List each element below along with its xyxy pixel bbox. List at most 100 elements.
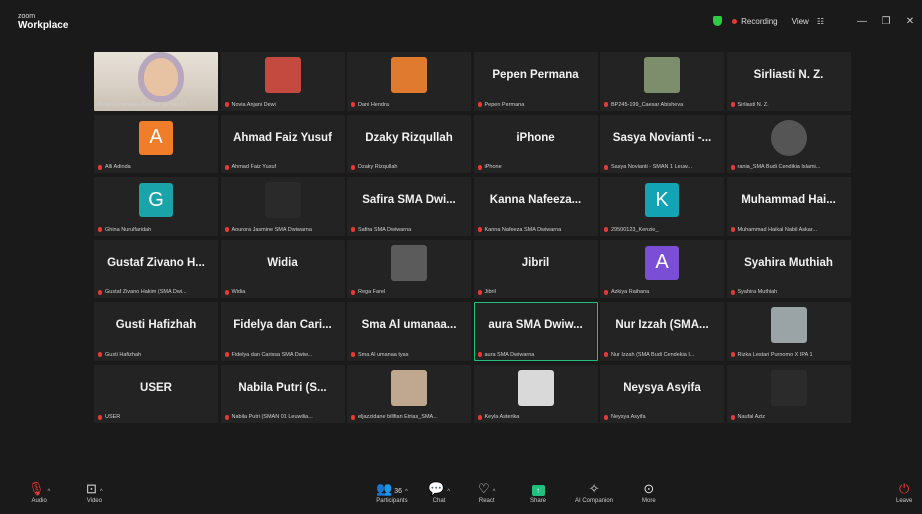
participant-profile-photo: [770, 369, 807, 406]
participant-tile[interactable]: Sirliasti N. Z. Sirliasti N. Z.: [726, 52, 851, 111]
participant-name-label: Gusti Hafizhah: [98, 352, 216, 358]
participant-tile[interactable]: Gustaf Zivano H... Gustaf Zivano Hakim (S…: [94, 239, 218, 298]
more-button[interactable]: ⊙ More: [642, 480, 656, 504]
recording-label[interactable]: Recording: [741, 17, 777, 26]
muted-mic-icon: [98, 414, 102, 420]
muted-mic-icon: [730, 414, 735, 420]
close-button[interactable]: ✕: [898, 16, 922, 27]
participant-name-text: Naufal Aziz: [737, 414, 766, 420]
participant-display-name: Gusti Hafizhah: [115, 319, 197, 331]
participant-tile[interactable]: Kanna Nafeeza... Kanna Nafeeza SMA Dwiwar…: [473, 177, 598, 236]
participant-name-label: Syahira Muthiah: [730, 289, 849, 295]
participant-name-text: Ghina Nurulfaridah: [105, 226, 152, 233]
participant-name-label: Nur Izzah (SMA Budi Cendekia I...: [604, 352, 722, 358]
participant-name-text: Muhammad Haikal Nabil Askar...: [737, 226, 817, 233]
participant-profile-photo: [644, 57, 680, 93]
audio-button[interactable]: 🎙 ^ Audio: [28, 480, 50, 504]
participant-name-text: 29500123_Kenzie_: [611, 226, 659, 233]
participant-tile[interactable]: Dani Hendra: [347, 52, 471, 111]
participant-display-name: Widia: [267, 256, 298, 269]
muted-mic-icon: [477, 164, 482, 170]
participant-tile[interactable]: Sasya Novianti -... Sasya Novianti - SMAN…: [600, 114, 724, 173]
video-button[interactable]: ⊡ ^ Video: [86, 480, 103, 504]
participant-tile[interactable]: Gusti Hafizhah Gusti Hafizhah: [94, 302, 218, 361]
participant-gallery: Prodi Pendidikan Bahasa Jerman U... Novia…: [94, 52, 851, 486]
participants-button[interactable]: 👥 36 ^ Participants: [376, 480, 408, 504]
participant-name-label: Prodi Pendidikan Bahasa Jerman U...: [98, 102, 216, 108]
participant-display-name: Gustaf Zivano H...: [107, 256, 205, 269]
participant-display-name: Dzaky Rizqullah: [365, 131, 453, 144]
react-button[interactable]: ♡ ^ React: [478, 480, 495, 504]
chevron-up-icon[interactable]: ^: [493, 489, 496, 495]
participant-tile[interactable]: Nabila Putri (S... Nabila Putri (SMAN 01 …: [220, 364, 345, 423]
participant-name-label: 29500123_Kenzie_: [604, 227, 722, 233]
participant-name-text: Alli Adinda: [105, 164, 131, 170]
participant-tile[interactable]: rania_SMA Budi Cendikia Islami...: [726, 114, 851, 173]
participant-tile[interactable]: eljazzidane billfian Etrias_SMA...: [347, 364, 471, 423]
title-bar-right: Recording View ☷ — ❐ ✕: [713, 14, 922, 28]
participant-tile[interactable]: Rega Farel: [347, 239, 471, 298]
participant-name-label: Naufal Aziz: [730, 414, 849, 420]
security-shield-icon[interactable]: [713, 16, 723, 26]
participant-tile[interactable]: A Azkiya Raihana: [600, 239, 724, 298]
participant-tile[interactable]: Syahira Muthiah Syahira Muthiah: [726, 239, 851, 298]
participant-name-label: Neysya Asyifa: [604, 414, 722, 420]
chat-label: Chat: [432, 498, 446, 504]
participant-display-name: Kanna Nafeeza...: [489, 194, 582, 206]
participant-name-text: Fidelya dan Carissa SMA Dwiw...: [231, 351, 313, 358]
participant-tile[interactable]: Fidelya dan Cari... Fidelya dan Carissa S…: [220, 302, 345, 361]
restore-button[interactable]: ❐: [874, 16, 898, 27]
participant-name-label: Jibril: [477, 289, 596, 295]
participant-tile[interactable]: USER USER: [94, 364, 218, 423]
participant-tile[interactable]: Sma Al umanaa... Sma Al umanaa tyas: [347, 302, 471, 361]
participant-name-text: Dani Hendra: [358, 101, 389, 108]
participant-tile[interactable]: BP245-199_Caesar Abisheva: [600, 52, 724, 111]
participant-name-label: rania_SMA Budi Cendikia Islami...: [730, 164, 849, 170]
minimize-button[interactable]: —: [850, 16, 874, 27]
view-button[interactable]: View: [792, 17, 809, 26]
chevron-up-icon[interactable]: ^: [447, 489, 450, 495]
muted-mic-icon: [730, 289, 735, 295]
participant-tile[interactable]: aura SMA Dwiw... aura SMA Dwiwarna: [473, 302, 598, 361]
chevron-up-icon[interactable]: ^: [48, 489, 51, 495]
participant-tile[interactable]: Rizka Lestari Purnomo X IPA 1: [726, 302, 851, 361]
participant-tile[interactable]: Widia Widia: [220, 239, 345, 298]
participant-tile[interactable]: Neysya Asyifa Neysya Asyifa: [600, 364, 724, 423]
participant-tile[interactable]: Naufal Aziz: [726, 364, 851, 423]
participant-name-text: aura SMA Dwiwarna: [484, 351, 535, 358]
chat-button[interactable]: 💬 ^ Chat: [428, 480, 450, 504]
participant-tile[interactable]: iPhone iPhone: [473, 114, 598, 173]
participant-tile[interactable]: Jibril Jibril: [473, 239, 598, 298]
participant-name-text: rania_SMA Budi Cendikia Islami...: [737, 164, 821, 170]
muted-mic-icon: [604, 102, 608, 107]
participant-tile[interactable]: Prodi Pendidikan Bahasa Jerman U...: [94, 52, 218, 111]
participant-avatar: K: [645, 183, 679, 217]
participant-tile[interactable]: A Alli Adinda: [94, 114, 218, 173]
participant-name-label: Sasya Novianti - SMAN 1 Leuw...: [604, 164, 722, 170]
participant-tile[interactable]: Muhammad Hai... Muhammad Haikal Nabil Ask…: [726, 177, 851, 236]
participant-tile[interactable]: Ahmad Faiz Yusuf Ahmad Faiz Yusuf: [220, 114, 345, 173]
participant-tile[interactable]: K 29500123_Kenzie_: [600, 177, 724, 236]
participant-tile[interactable]: Keyla Asterika: [473, 364, 598, 423]
muted-mic-icon: [98, 289, 102, 295]
participant-tile[interactable]: Pepen Permana Pepen Permana: [473, 52, 598, 111]
participant-tile[interactable]: Dzaky Rizqullah Dzaky Rizqullah: [347, 114, 471, 173]
participant-name-label: Dani Hendra: [351, 102, 469, 108]
participant-name-label: Fidelya dan Carissa SMA Dwiw...: [224, 351, 343, 358]
share-button[interactable]: ↑ Share: [530, 480, 546, 504]
chevron-up-icon[interactable]: ^: [405, 489, 408, 495]
participant-tile[interactable]: Aourora Jasmine SMA Dwiwarna: [220, 177, 345, 236]
leave-button[interactable]: ⏻ Leave: [896, 480, 912, 504]
video-off-icon: ⊡: [86, 481, 97, 496]
muted-mic-icon: [604, 414, 608, 420]
ai-companion-button[interactable]: ✧ AI Companion: [575, 480, 613, 504]
participant-tile[interactable]: Novia Anjani Dewi: [220, 52, 345, 111]
participant-display-name: Muhammad Hai...: [741, 194, 836, 206]
participant-tile[interactable]: G Ghina Nurulfaridah: [94, 177, 218, 236]
grid-icon[interactable]: ☷: [817, 17, 824, 26]
participant-tile[interactable]: Safira SMA Dwi... Safira SMA Dwiwarna: [347, 177, 471, 236]
participant-tile[interactable]: Nur Izzah (SMA... Nur Izzah (SMA Budi Cen…: [600, 302, 724, 361]
participant-name-label: Dzaky Rizqullah: [351, 164, 469, 170]
chevron-up-icon[interactable]: ^: [100, 489, 103, 495]
participant-display-name: Neysya Asyifa: [623, 381, 701, 394]
